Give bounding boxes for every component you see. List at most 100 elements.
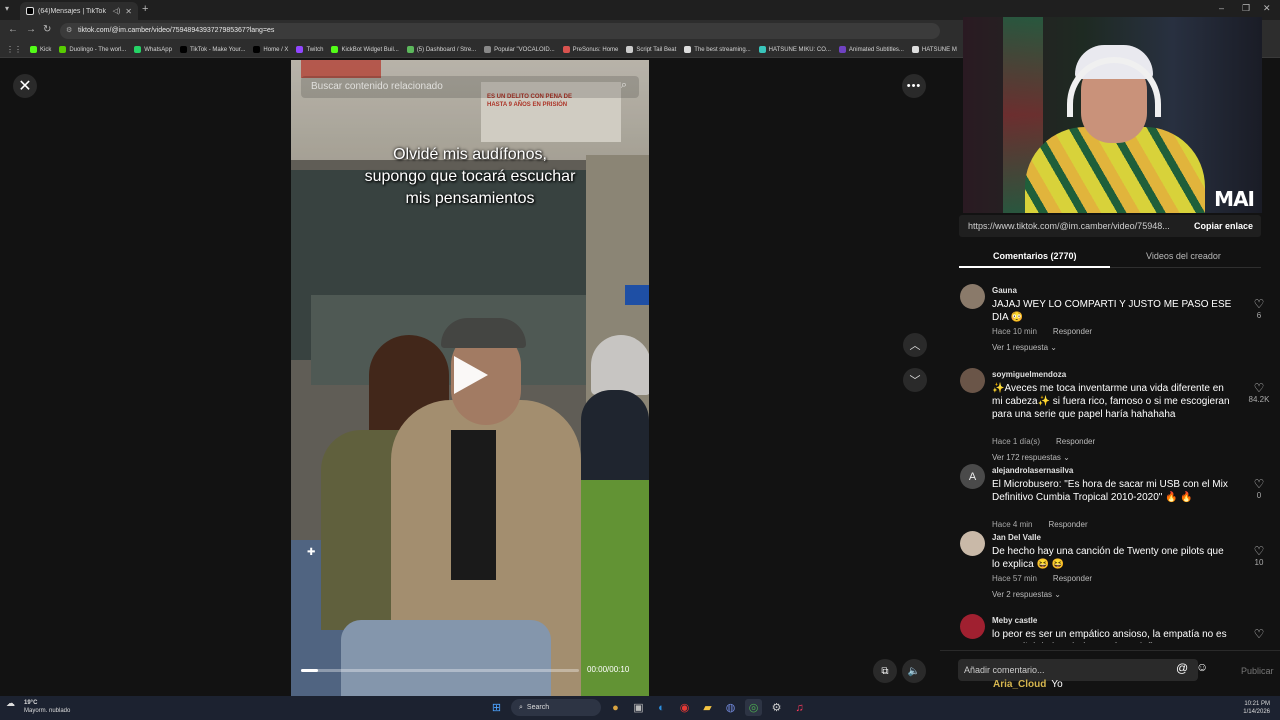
avatar[interactable]: A: [960, 464, 985, 489]
app-icon[interactable]: ◉: [676, 699, 693, 716]
comment-meta: Hace 1 día(s) Responder: [992, 437, 1095, 446]
heart-icon: ♡: [1253, 627, 1265, 641]
video-progress-bar[interactable]: [301, 669, 579, 672]
reply-button[interactable]: Responder: [1048, 520, 1087, 529]
like-button[interactable]: ♡ 10: [1248, 545, 1270, 567]
new-tab-icon[interactable]: +: [142, 3, 148, 15]
video-player[interactable]: ES UN DELITO CON PENA DE HASTA 9 AÑOS EN…: [291, 60, 649, 696]
volume-button[interactable]: 🔈: [902, 659, 926, 683]
bookmark-item[interactable]: TikTok - Make Your...: [179, 46, 245, 53]
close-video-button[interactable]: ✕: [13, 74, 37, 98]
tab-close-icon[interactable]: ✕: [125, 7, 132, 16]
share-link-url[interactable]: https://www.tiktok.com/@im.camber/video/…: [968, 221, 1178, 231]
bookmark-item[interactable]: Duolingo - The worl...: [59, 46, 126, 53]
view-replies-button[interactable]: Ver 172 respuestas ⌄: [992, 453, 1070, 462]
copy-link-button[interactable]: Copiar enlace: [1194, 221, 1253, 231]
like-button[interactable]: ♡ 6: [1248, 298, 1270, 320]
like-button[interactable]: ♡ 0: [1248, 478, 1270, 500]
emoji-icon[interactable]: ☺: [1196, 660, 1208, 674]
window-close-icon[interactable]: ✕: [1263, 3, 1271, 14]
like-button[interactable]: ♡: [1248, 628, 1270, 641]
weather-widget[interactable]: ☁ 19°C Mayorm. nublado: [6, 699, 70, 715]
address-bar[interactable]: ⚙ tiktok.com/@im.camber/video/7594894393…: [60, 23, 940, 39]
comment-username[interactable]: Meby castle: [992, 616, 1037, 625]
bookmark-item[interactable]: Home / X: [253, 46, 288, 53]
search-icon[interactable]: ⌕: [621, 79, 627, 92]
bookmark-item[interactable]: WhatsApp: [134, 46, 172, 53]
file-explorer-icon[interactable]: ▰: [699, 699, 716, 716]
bookmark-label: Script Tail Beat: [636, 46, 677, 53]
bookmark-favicon-icon: [626, 46, 634, 53]
chevron-up-icon: ︿: [909, 340, 921, 352]
avatar[interactable]: [960, 368, 985, 393]
start-icon[interactable]: ⊞: [488, 699, 505, 716]
related-search-input[interactable]: Buscar contenido relacionado ⌕: [301, 76, 639, 98]
clock-date: 1/14/2026: [1243, 709, 1270, 715]
post-button[interactable]: Publicar: [1241, 666, 1274, 676]
apps-icon[interactable]: ⋮⋮: [6, 45, 22, 54]
bookmark-item[interactable]: Twitch: [296, 46, 323, 53]
maximize-icon[interactable]: ❐: [1242, 3, 1250, 14]
tab-list-icon[interactable]: ▾: [5, 4, 9, 13]
reload-icon[interactable]: ↻: [43, 24, 51, 35]
tab-title: (64)Mensajes | TikTok: [38, 7, 106, 15]
reply-button[interactable]: Responder: [1053, 574, 1092, 583]
minimize-icon[interactable]: –: [1219, 3, 1224, 13]
reply-button[interactable]: Responder: [1056, 437, 1095, 446]
site-info-icon[interactable]: ⚙: [66, 26, 72, 34]
close-icon: ✕: [18, 78, 32, 95]
taskbar-clock[interactable]: 10:21 PM 1/14/2026: [1243, 700, 1270, 716]
settings-icon[interactable]: ⚙: [768, 699, 785, 716]
avatar[interactable]: [960, 284, 985, 309]
comment-list: Gauna JAJAJ WEY LO COMPARTI Y JUSTO ME PA…: [940, 280, 1280, 643]
browser-tab-tiktok[interactable]: (64)Mensajes | TikTok ◁) ✕: [20, 2, 138, 20]
chrome-icon[interactable]: ◎: [745, 699, 762, 716]
speaker-icon[interactable]: ◁): [113, 7, 121, 15]
forward-icon[interactable]: →: [26, 24, 36, 35]
comment-username[interactable]: alejandrolasernasilva: [992, 466, 1073, 475]
comment-username[interactable]: Jan Del Valle: [992, 533, 1041, 542]
add-comment-input[interactable]: Añadir comentario...: [958, 659, 1198, 681]
next-video-button[interactable]: ﹀: [903, 368, 927, 392]
bookmark-item[interactable]: HATSUNE M: [911, 46, 957, 53]
bookmark-favicon-icon: [331, 46, 339, 53]
more-options-button[interactable]: •••: [902, 74, 926, 98]
bookmark-item[interactable]: Popular "VOCALOID...: [484, 46, 555, 53]
bookmark-item[interactable]: PreSonus: Home: [562, 46, 618, 53]
discord-icon[interactable]: ◍: [722, 699, 739, 716]
bookmark-item[interactable]: Script Tail Beat: [626, 46, 676, 53]
comment-username[interactable]: soymiguelmendoza: [992, 370, 1066, 379]
comment-time: Hace 10 min: [992, 327, 1037, 336]
view-replies-button[interactable]: Ver 2 respuestas ⌄: [992, 590, 1061, 599]
edge-icon[interactable]: ◐: [653, 699, 670, 716]
reply-button[interactable]: Responder: [1053, 327, 1092, 336]
bookmark-favicon-icon: [758, 46, 766, 53]
bookmark-item[interactable]: KickBot Widget Buil...: [331, 46, 399, 53]
comment-username[interactable]: Gauna: [992, 286, 1017, 295]
avatar[interactable]: [960, 614, 985, 639]
picture-in-picture-button[interactable]: ⧉: [873, 659, 897, 683]
view-replies-button[interactable]: Ver 1 respuesta ⌄: [992, 343, 1057, 352]
bookmark-item[interactable]: HATSUNE MIKU: CO...: [758, 46, 831, 53]
music-icon[interactable]: ♫: [791, 699, 808, 716]
tab-creator-videos[interactable]: Videos del creador: [1146, 251, 1221, 261]
taskbar-search[interactable]: ⌕ Search: [511, 699, 601, 716]
mention-icon[interactable]: @: [1176, 661, 1188, 675]
mouse-cursor-icon: ✚: [307, 547, 316, 558]
tab-comments[interactable]: Comentarios (2770): [993, 251, 1077, 261]
tiktok-video-page: ✕ ••• ︿ ﹀ ES UN DELITO CON PENA DE HASTA…: [0, 59, 940, 696]
like-button[interactable]: ♡ 84.2K: [1248, 382, 1270, 404]
play-icon[interactable]: [454, 356, 488, 394]
back-icon[interactable]: ←: [8, 24, 18, 35]
pip-icon: ⧉: [881, 665, 889, 677]
chat-text: Yo: [1051, 679, 1063, 690]
previous-video-button[interactable]: ︿: [903, 333, 927, 357]
bookmark-item[interactable]: The best streaming...: [684, 46, 751, 53]
avatar[interactable]: [960, 531, 985, 556]
bookmark-item[interactable]: Animated Subtitles...: [838, 46, 904, 53]
task-view-icon[interactable]: ▣: [630, 699, 647, 716]
bookmark-favicon-icon: [911, 46, 919, 53]
bookmark-item[interactable]: (5) Dashboard / Stre...: [406, 46, 476, 53]
widget-icon[interactable]: ●: [607, 699, 624, 716]
bookmark-item[interactable]: Kick: [30, 46, 51, 53]
